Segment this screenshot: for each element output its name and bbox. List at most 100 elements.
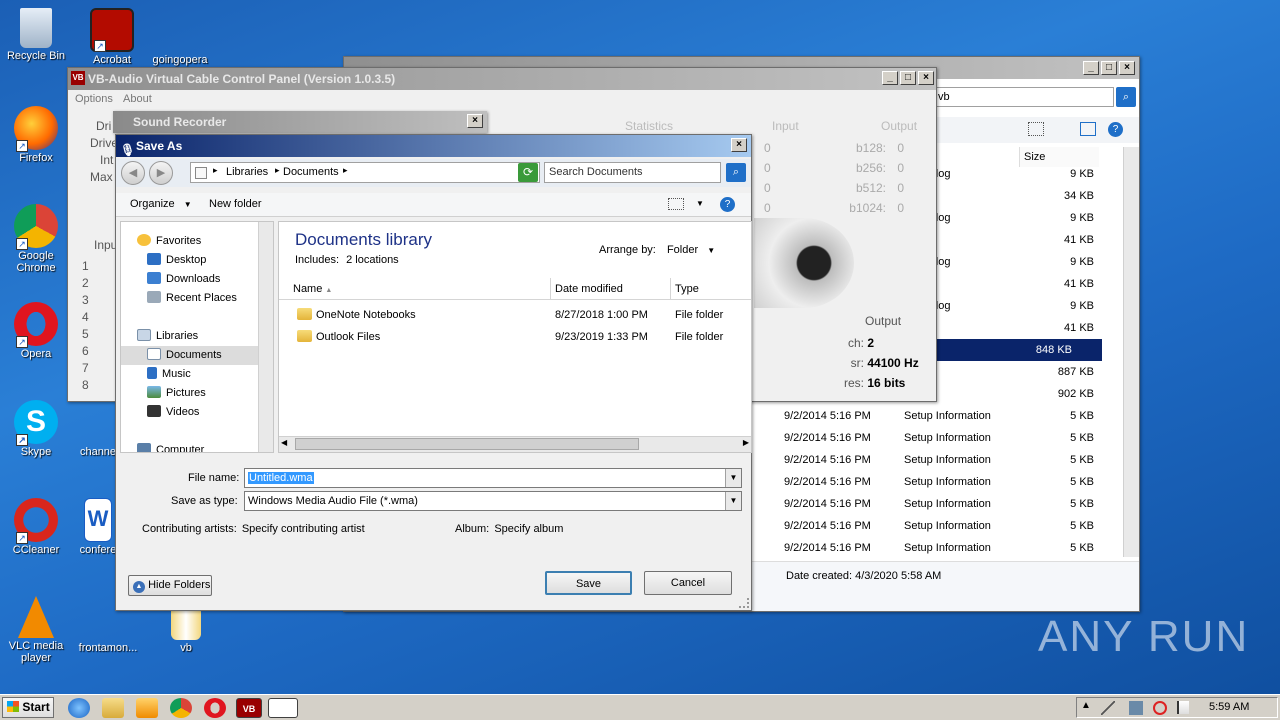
- close-button[interactable]: ×: [731, 138, 747, 152]
- cancel-button[interactable]: Cancel: [644, 571, 732, 595]
- horizontal-scrollbar[interactable]: ◀ ▶: [279, 436, 751, 452]
- close-button[interactable]: ×: [467, 114, 483, 128]
- help-icon[interactable]: ?: [1108, 122, 1123, 137]
- tree-item-music[interactable]: Music: [147, 365, 191, 384]
- chrome-icon[interactable]: [170, 698, 192, 718]
- action-center-flag-icon[interactable]: [1177, 701, 1189, 714]
- desktop-icon-acrobat[interactable]: ↗ Acrobat: [76, 8, 148, 66]
- column-header-type[interactable]: Type: [671, 278, 751, 300]
- chevron-down-icon[interactable]: ▼: [725, 492, 741, 510]
- file-row[interactable]: Outlook Files 9/23/2019 1:33 PM File fol…: [279, 326, 737, 348]
- breadcrumb-libraries[interactable]: Libraries: [226, 166, 268, 178]
- explorer-icon[interactable]: [102, 698, 124, 718]
- column-header-date[interactable]: Date modified: [551, 278, 671, 300]
- explorer-file-row[interactable]: 9/2/2014 5:16 PM Setup Information 5 KB: [754, 537, 1124, 559]
- maximize-button[interactable]: □: [1101, 61, 1117, 75]
- vb-audio-taskbar-icon[interactable]: VB: [236, 698, 262, 718]
- tree-item-computer[interactable]: Computer: [137, 441, 204, 452]
- file-row[interactable]: OneNote Notebooks 8/27/2018 1:00 PM File…: [279, 304, 737, 326]
- chevron-down-icon[interactable]: ▼: [696, 199, 704, 208]
- desktop-icon-goingopera[interactable]: goingopera: [144, 8, 216, 66]
- artists-field[interactable]: Specify contributing artist: [242, 523, 365, 535]
- desktop-icon-opera[interactable]: ↗ Opera: [0, 302, 72, 360]
- new-folder-button[interactable]: New folder: [209, 198, 262, 210]
- refresh-button[interactable]: ⟳: [518, 163, 538, 182]
- channel-numbers: 1 2 3 4 5 6 7 8: [82, 258, 89, 394]
- chevron-down-icon[interactable]: ▼: [707, 246, 715, 255]
- breadcrumb-documents[interactable]: Documents: [283, 166, 339, 178]
- menu-options[interactable]: Options: [75, 90, 113, 108]
- explorer-search-field[interactable]: vb: [934, 87, 1114, 107]
- hide-folders-button[interactable]: ▲ Hide Folders: [128, 575, 212, 596]
- star-icon: [137, 234, 151, 246]
- start-button[interactable]: Start: [2, 697, 54, 718]
- explorer-file-row[interactable]: 9/2/2014 5:16 PM Setup Information 5 KB: [754, 515, 1124, 537]
- explorer-file-row[interactable]: 9/2/2014 5:16 PM Setup Information 5 KB: [754, 471, 1124, 493]
- opera-icon[interactable]: [204, 698, 226, 718]
- statistics-header: Statistics: [625, 119, 674, 133]
- tree-item-desktop[interactable]: Desktop: [147, 251, 206, 270]
- recycle-bin-icon: [20, 8, 52, 48]
- volume-muted-icon[interactable]: [1153, 701, 1167, 715]
- tools-icon[interactable]: [1101, 701, 1115, 715]
- scroll-thumb[interactable]: [295, 438, 639, 450]
- desktop-icon-recycle-bin[interactable]: Recycle Bin: [0, 8, 72, 62]
- maximize-button[interactable]: □: [900, 71, 916, 85]
- resize-grip-icon[interactable]: [739, 598, 749, 608]
- explorer-file-row[interactable]: 9/2/2014 5:16 PM Setup Information 5 KB: [754, 427, 1124, 449]
- desktop-icon-vlc[interactable]: VLC media player: [0, 596, 72, 664]
- date-created-text: Date created: 4/3/2020 5:58 AM: [786, 570, 942, 582]
- help-icon[interactable]: ?: [720, 197, 735, 212]
- file-name-field[interactable]: Untitled.wma ▼: [244, 468, 742, 488]
- views-icon[interactable]: [1028, 122, 1044, 136]
- scroll-left-icon[interactable]: ◀: [281, 438, 287, 447]
- tree-item-libraries[interactable]: Libraries: [137, 327, 198, 346]
- search-icon[interactable]: ⌕: [1116, 87, 1136, 107]
- media-player-icon[interactable]: [136, 698, 158, 718]
- clock[interactable]: 5:59 AM: [1209, 701, 1249, 713]
- views-icon[interactable]: [668, 198, 684, 210]
- desktop-icon-firefox[interactable]: ↗ Firefox: [0, 106, 72, 164]
- preview-pane-icon[interactable]: [1080, 122, 1096, 136]
- tree-scrollbar[interactable]: [258, 222, 273, 452]
- album-field[interactable]: Specify album: [494, 523, 563, 535]
- column-header-name[interactable]: Name ▲: [279, 278, 551, 300]
- network-icon[interactable]: [1129, 701, 1143, 715]
- minimize-button[interactable]: _: [1083, 61, 1099, 75]
- explorer-scrollbar[interactable]: [1123, 147, 1139, 557]
- chevron-down-icon[interactable]: ▼: [725, 469, 741, 487]
- desktop-icon-chrome[interactable]: ↗ Google Chrome: [0, 204, 72, 274]
- explorer-file-row[interactable]: 9/2/2014 5:16 PM Setup Information 5 KB: [754, 449, 1124, 471]
- organize-button[interactable]: Organize ▼: [130, 198, 192, 210]
- ie-icon[interactable]: [68, 698, 90, 718]
- close-button[interactable]: ×: [918, 71, 934, 85]
- chevron-up-icon[interactable]: ▲: [1081, 700, 1091, 711]
- save-as-type-dropdown[interactable]: Windows Media Audio File (*.wma) ▼: [244, 491, 742, 511]
- search-icon[interactable]: ⌕: [726, 163, 746, 182]
- locations-link[interactable]: 2 locations: [346, 254, 399, 266]
- close-button[interactable]: ×: [1119, 61, 1135, 75]
- desktop-icon-label: Acrobat: [93, 54, 131, 66]
- minimize-button[interactable]: _: [882, 71, 898, 85]
- tree-item-favorites[interactable]: Favorites: [137, 232, 201, 251]
- scroll-right-icon[interactable]: ▶: [743, 438, 749, 447]
- breadcrumb[interactable]: ▸ Libraries ▸ Documents ▸ ▼: [190, 162, 540, 183]
- sound-recorder-taskbar-icon[interactable]: [268, 698, 298, 718]
- explorer-file-row[interactable]: 9/2/2014 5:16 PM Setup Information 5 KB: [754, 405, 1124, 427]
- menu-about[interactable]: About: [123, 90, 152, 108]
- opera-icon: ↗: [14, 302, 58, 348]
- explorer-file-row[interactable]: 9/2/2014 5:16 PM Setup Information 5 KB: [754, 493, 1124, 515]
- back-button[interactable]: ◀: [121, 161, 145, 185]
- tree-item-videos[interactable]: Videos: [147, 403, 199, 422]
- forward-button[interactable]: ▶: [149, 161, 173, 185]
- buffer-value: 0: [897, 141, 904, 155]
- tree-label: Desktop: [166, 254, 207, 266]
- tree-item-pictures[interactable]: Pictures: [147, 384, 206, 403]
- save-button[interactable]: Save: [545, 571, 632, 595]
- arrange-dropdown[interactable]: Folder: [667, 244, 698, 256]
- search-input[interactable]: Search Documents: [544, 162, 721, 183]
- tree-item-documents[interactable]: Documents: [147, 346, 222, 365]
- tree-item-recent-places[interactable]: Recent Places: [147, 289, 237, 308]
- explorer-row-date: 9/2/2014 5:16 PM: [784, 476, 871, 488]
- tree-item-downloads[interactable]: Downloads: [147, 270, 220, 289]
